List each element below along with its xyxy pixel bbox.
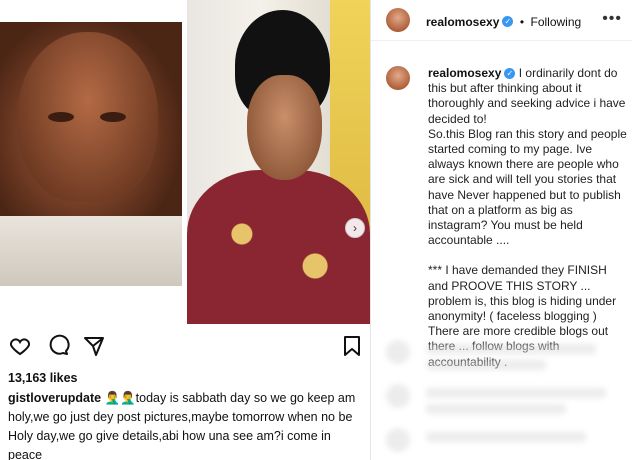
likes-count[interactable]: 13,163 likes (8, 371, 78, 385)
more-options-icon[interactable]: ••• (602, 10, 622, 28)
heart-icon[interactable] (8, 334, 32, 358)
post-header: realomosexy ✓ • Following ••• (371, 0, 632, 41)
verified-icon: ✓ (502, 16, 514, 28)
comment-paragraph-2: So.this Blog ran this story and people s… (428, 126, 627, 248)
avatar[interactable] (386, 8, 410, 32)
post-images: › (0, 0, 370, 324)
carousel-next-icon[interactable]: › (345, 218, 365, 238)
following-button[interactable]: Following (531, 15, 582, 29)
post-image-woman (187, 0, 370, 324)
post-image-man (0, 22, 182, 286)
comment-icon[interactable] (46, 334, 70, 358)
blurred-comments (371, 322, 632, 460)
share-icon[interactable] (82, 334, 106, 358)
bookmark-icon[interactable] (340, 334, 364, 358)
post-media-column: › 13,163 likes gistloverupdate 🤦‍♂️🤦‍♂️t… (0, 0, 370, 460)
post-caption: gistloverupdate 🤦‍♂️🤦‍♂️today is sabbath… (8, 389, 363, 460)
post-actions (8, 334, 362, 360)
comment-avatar[interactable] (386, 66, 410, 90)
caption-username[interactable]: gistloverupdate (8, 391, 101, 405)
verified-icon: ✓ (504, 68, 516, 80)
comment-username[interactable]: realomosexy (428, 66, 501, 80)
header-username[interactable]: realomosexy (426, 15, 499, 29)
post-sidebar: realomosexy ✓ • Following ••• realomosexy… (371, 0, 632, 460)
